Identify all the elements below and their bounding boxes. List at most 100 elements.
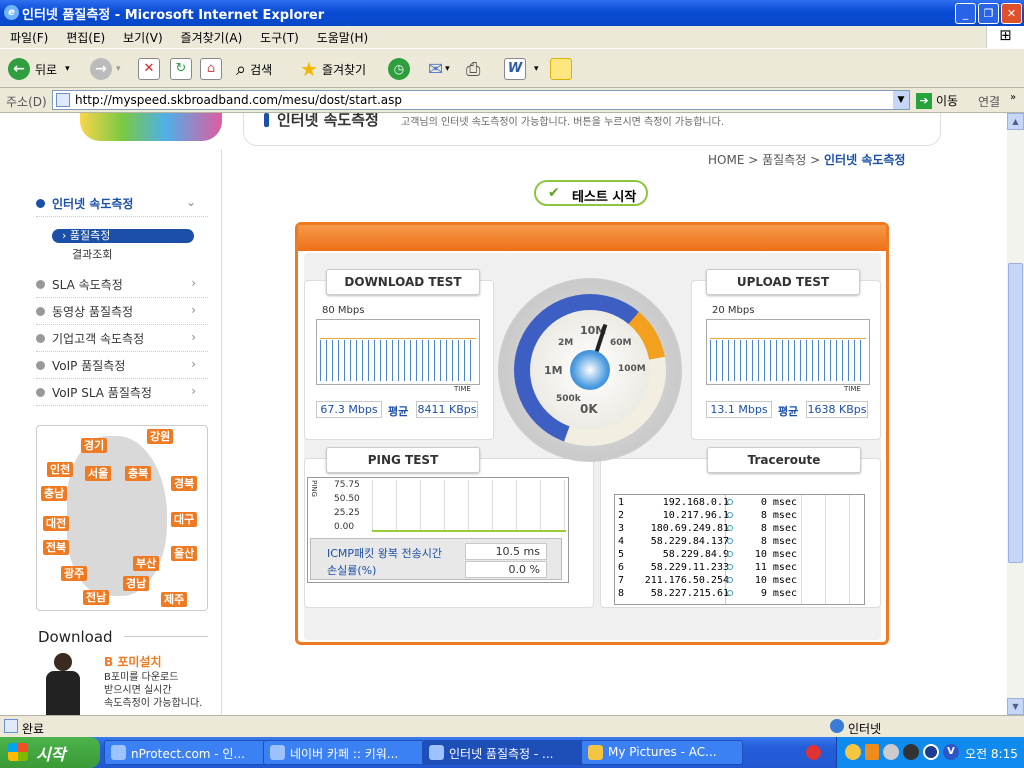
task-nprotect[interactable]: nProtect.com - 인... [104,740,266,765]
scroll-up-icon[interactable]: ▲ [1007,113,1024,130]
nav-voip-quality[interactable]: VoIP 품질측정 › [36,357,208,379]
messenger-icon[interactable] [845,744,861,760]
region-jeju[interactable]: 제주 [161,592,188,607]
v3-icon[interactable]: V [943,744,959,760]
region-gyeonggi[interactable]: 경기 [81,438,108,453]
back-arrow-icon: ← [8,58,30,80]
region-jeonnam[interactable]: 전남 [83,590,110,605]
history-button[interactable]: ◷ [388,55,410,83]
nav-internet-speed[interactable]: 인터넷 속도측정 ⌄ [36,195,208,217]
ping-tick: 50.50 [334,494,360,504]
hop-ip: 58.229.84.9 [662,549,729,560]
forward-button[interactable]: → ▾ [90,55,121,83]
task-naver-cafe[interactable]: 네이버 카페 :: 키워... [263,740,425,765]
search-button[interactable]: ⌕ 검색 [236,55,272,83]
back-button[interactable]: ← 뒤로 ▾ [8,55,70,83]
nav-label: 동영상 품질측정 [52,305,134,319]
nav-voip-sla[interactable]: VoIP SLA 품질측정 › [36,384,208,406]
nav-sla-speed[interactable]: SLA 속도측정 › [36,276,208,298]
region-incheon[interactable]: 인천 [47,462,74,477]
menu-file[interactable]: 파일(F) [10,31,48,45]
edit-button[interactable]: W ▾ [504,55,539,83]
chevron-right-icon: › [191,276,196,290]
refresh-button[interactable]: ↻ [170,55,192,83]
nav-label: VoIP SLA 품질측정 [52,386,152,400]
mail-dropdown-icon[interactable]: ▾ [445,64,450,74]
task-my-pictures[interactable]: My Pictures - AC... [581,740,743,765]
task-quality-test[interactable]: 인터넷 품질측정 - ... [422,740,584,765]
hop-dot-icon [727,590,733,596]
links-chevron-icon[interactable]: » [1010,92,1016,103]
stop-button[interactable]: ✕ [138,55,160,83]
minimize-button[interactable]: _ [955,3,976,24]
address-input[interactable]: http://myspeed.skbroadband.com/mesu/dost… [52,90,910,110]
region-gyeongbuk[interactable]: 경북 [171,476,198,491]
close-button[interactable]: ✕ [1001,3,1022,24]
promo-title[interactable]: B 포미설치 [104,653,162,670]
hop-ms: 8 msec [760,536,797,547]
links-label[interactable]: 연결 [978,93,1000,110]
region-gangwon[interactable]: 강원 [147,429,174,444]
crumb-quality[interactable]: 품질측정 [762,153,806,167]
scroll-down-icon[interactable]: ▼ [1007,698,1024,715]
test-start-button[interactable]: ✔ 테스트 시작 [534,180,648,206]
discuss-button[interactable] [550,55,572,83]
hop-ip: 58.229.11.233 [650,562,729,573]
hop-dot-icon [727,525,733,531]
shield-icon[interactable] [865,744,879,760]
divider [124,636,208,637]
favorites-button[interactable]: ★ 즐겨찾기 [300,55,366,83]
status-text: 완료 [22,722,45,736]
menu-favorites[interactable]: 즐겨찾기(A) [181,31,243,45]
region-gyeongnam[interactable]: 경남 [123,576,150,591]
tray-app-icon[interactable] [806,745,821,760]
upload-avg-label: 평균 [778,405,799,418]
nav-video-quality[interactable]: 동영상 품질측정 › [36,303,208,325]
volume-icon[interactable] [883,744,899,760]
print-button[interactable]: ⎙ [466,55,480,83]
network-icon[interactable] [903,744,919,760]
nav-banner [0,113,222,149]
crumb-home[interactable]: HOME [708,153,744,167]
gauge-label: 2M [558,338,574,348]
mail-button[interactable]: ✉ ▾ [428,55,450,83]
security-icon[interactable] [923,744,939,760]
region-jeonbuk[interactable]: 전북 [43,540,70,555]
nav-business-speed[interactable]: 기업고객 속도측정 › [36,330,208,352]
menu-tools[interactable]: 도구(T) [260,31,299,45]
clock: 오전 8:15 [965,747,1018,761]
vertical-scrollbar[interactable]: ▲ ▼ [1007,113,1024,715]
region-seoul[interactable]: 서울 [85,466,112,481]
globe-icon [830,719,844,733]
start-label: 시작 [36,745,66,764]
menu-edit[interactable]: 편집(E) [66,31,105,45]
maximize-button[interactable]: ❐ [978,3,999,24]
go-button[interactable]: ➔ 이동 [916,92,958,109]
subnav-quality[interactable]: › 품질측정 [52,229,194,243]
task-label: 인터넷 품질측정 - ... [449,747,554,761]
traceroute-table: 1 192.168.0.1 0 msec 2 10.217.96.1 8 msec 3 180… [614,494,865,605]
region-ulsan[interactable]: 울산 [171,546,198,561]
subnav-label: 품질측정 [69,229,111,242]
region-busan[interactable]: 부산 [133,556,160,571]
history-icon: ◷ [388,58,410,80]
home-button[interactable]: ⌂ [200,55,222,83]
address-dropdown-icon[interactable]: ▼ [893,91,909,109]
forward-dropdown-icon[interactable]: ▾ [116,64,121,74]
back-dropdown-icon[interactable]: ▾ [65,64,70,74]
region-gwangju[interactable]: 광주 [61,566,88,581]
icmp-value: 10.5 ms [465,543,547,560]
menu-help[interactable]: 도움말(H) [317,31,369,45]
scroll-thumb[interactable] [1008,263,1023,563]
region-daegu[interactable]: 대구 [171,512,198,527]
gauge-label: 500k [556,394,581,404]
region-chungnam[interactable]: 충남 [41,486,68,501]
region-chungbuk[interactable]: 충북 [125,466,152,481]
menu-view[interactable]: 보기(V) [123,31,163,45]
window-titlebar[interactable]: e 인터넷 품질측정 - Microsoft Internet Explorer [0,0,1024,26]
region-daejeon[interactable]: 대전 [43,516,70,531]
subnav-results[interactable]: 결과조회 [72,246,112,262]
edit-dropdown-icon[interactable]: ▾ [534,64,539,74]
note-icon [550,58,572,80]
start-button[interactable]: 시작 [0,737,100,768]
